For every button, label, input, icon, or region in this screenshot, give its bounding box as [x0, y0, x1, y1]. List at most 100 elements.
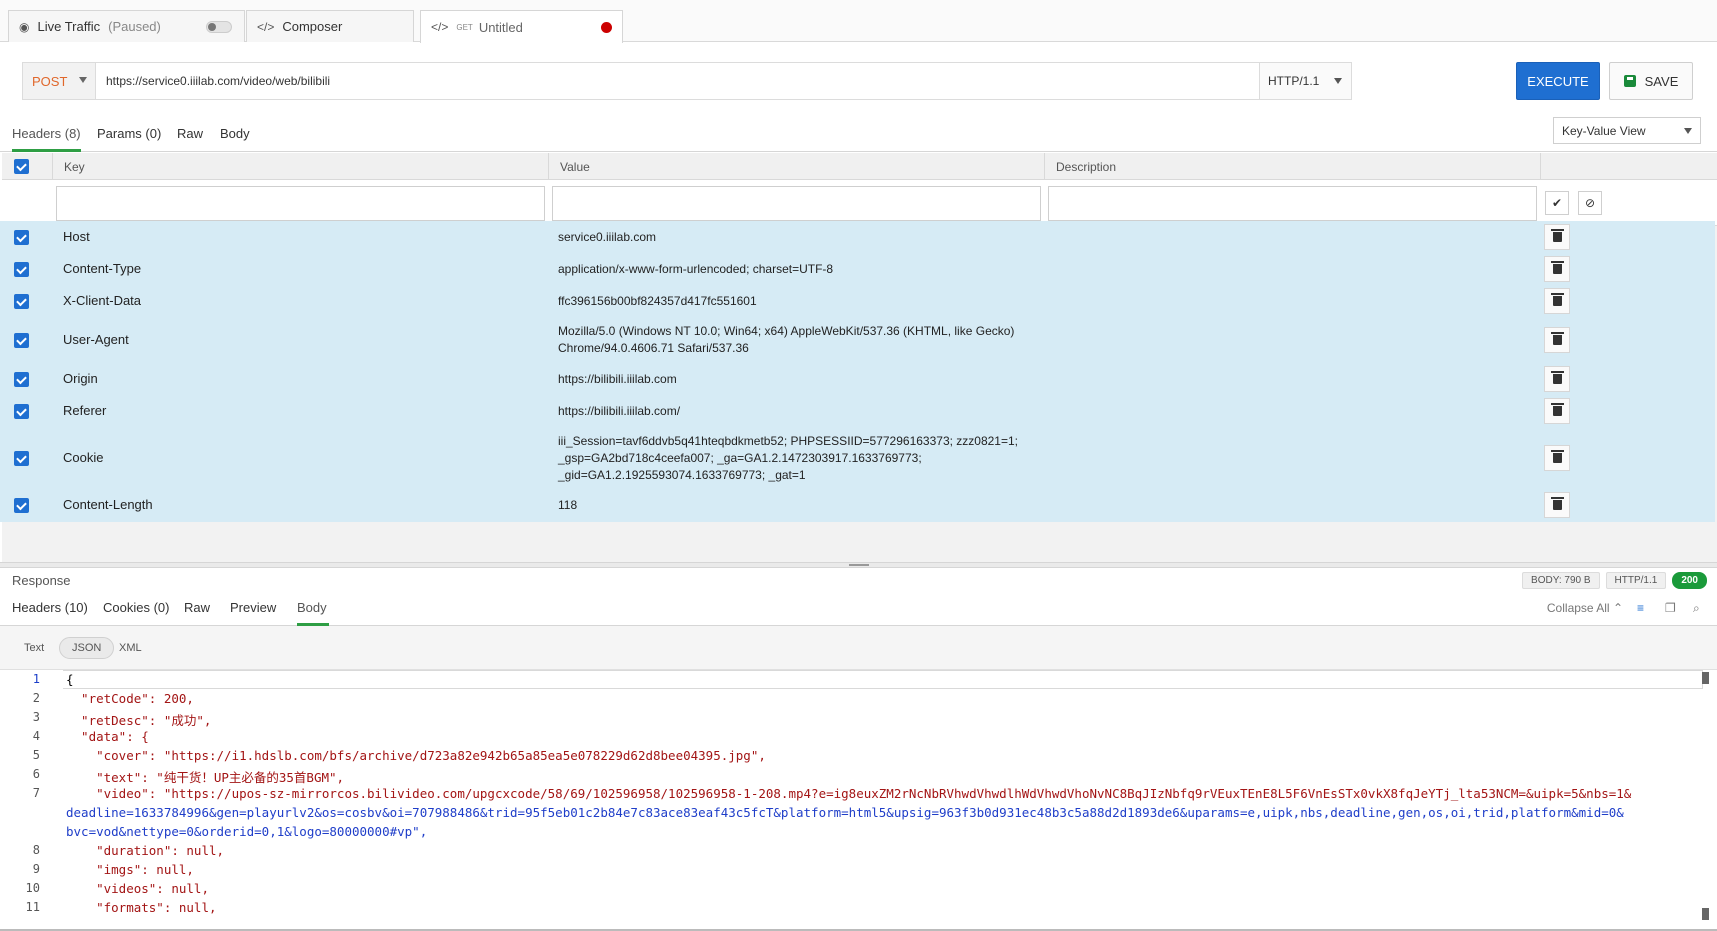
delete-row-button[interactable]: [1544, 224, 1570, 250]
chevron-down-icon: [1684, 128, 1692, 134]
line-number: 6: [32, 767, 40, 781]
header-value: service0.iiilab.com: [558, 230, 657, 244]
protocol-value: HTTP/1.1: [1268, 74, 1320, 88]
row-checkbox[interactable]: [14, 230, 29, 245]
url-input[interactable]: https://service0.iiilab.com/video/web/bi…: [96, 63, 1259, 99]
tab-response-preview[interactable]: Preview: [230, 600, 276, 626]
code-icon: </>: [257, 19, 275, 34]
tab-composer-label: Composer: [282, 19, 343, 34]
code-line: "text": "纯干货！UP主必备的35首BGM",: [66, 770, 345, 785]
tab-live-traffic-status: (Paused): [108, 19, 161, 34]
delete-row-button[interactable]: [1544, 366, 1570, 392]
protocol-select[interactable]: HTTP/1.1: [1259, 63, 1351, 99]
row-checkbox[interactable]: [14, 451, 29, 466]
save-button[interactable]: SAVE: [1609, 62, 1693, 100]
delete-row-button[interactable]: [1544, 398, 1570, 424]
tab-composer[interactable]: </> Composer: [246, 10, 414, 42]
row-checkbox[interactable]: [14, 294, 29, 309]
row-checkbox[interactable]: [14, 333, 29, 348]
table-row[interactable]: Cookie iii_Session=tavf6ddvb5q41hteqbdkm…: [0, 427, 1715, 489]
body-size-badge: BODY: 790 B: [1522, 572, 1600, 589]
header-key: Cookie: [63, 450, 104, 465]
header-key: Host: [63, 229, 90, 244]
table-row[interactable]: X-Client-Data ffc396156b00bf824357d417fc…: [0, 285, 1715, 317]
tab-params[interactable]: Params (0): [97, 126, 161, 152]
pane-splitter[interactable]: [0, 562, 1717, 568]
header-key: X-Client-Data: [63, 293, 142, 308]
header-key: Content-Type: [63, 261, 142, 276]
protocol-badge: HTTP/1.1: [1605, 572, 1667, 589]
delete-row-button[interactable]: [1544, 327, 1570, 353]
header-value: ffc396156b00bf824357d417fc551601: [558, 294, 757, 308]
line-number: 9: [32, 862, 40, 876]
tab-response-cookies[interactable]: Cookies (0): [103, 600, 169, 626]
delete-row-button[interactable]: [1544, 288, 1570, 314]
request-url-bar: POST https://service0.iiilab.com/video/w…: [22, 62, 1352, 100]
format-text[interactable]: Text: [24, 637, 44, 659]
clear-row-button[interactable]: ⊘: [1578, 191, 1602, 215]
response-body-editor[interactable]: 1 2 3 4 5 6 7 8 9 10 11 { "retCode": 200…: [0, 670, 1717, 931]
table-row[interactable]: Referer https://bilibili.iiilab.com/: [0, 395, 1715, 427]
tab-response-raw[interactable]: Raw: [184, 600, 210, 626]
method-value: POST: [32, 73, 68, 89]
code-line: "retDesc": "成功",: [66, 713, 212, 728]
tab-live-traffic[interactable]: ◉ Live Traffic (Paused): [8, 10, 245, 42]
collapse-all-button[interactable]: Collapse All ⌃: [1547, 601, 1623, 615]
code-line: "cover": "https://i1.hdslb.com/bfs/archi…: [66, 748, 766, 763]
view-mode-value: Key-Value View: [1562, 123, 1646, 138]
wrap-lines-icon[interactable]: ≡: [1637, 601, 1651, 615]
trash-icon: [1550, 403, 1564, 416]
chevron-up-icon: ⌃: [1612, 601, 1623, 615]
tab-response-body[interactable]: Body: [297, 600, 329, 626]
search-icon[interactable]: ⌕: [1693, 601, 1707, 615]
row-checkbox[interactable]: [14, 372, 29, 387]
confirm-row-button[interactable]: ✔: [1545, 191, 1569, 215]
code-line: {: [66, 672, 74, 687]
table-row[interactable]: Content-Length 118: [0, 489, 1715, 522]
line-number: 10: [25, 881, 40, 895]
table-row[interactable]: User-Agent Mozilla/5.0 (Windows NT 10.0;…: [0, 317, 1715, 363]
header-key: User-Agent: [63, 332, 129, 347]
tab-headers[interactable]: Headers (8): [12, 126, 81, 152]
method-select[interactable]: POST: [23, 63, 96, 99]
column-description: Description: [1045, 153, 1541, 180]
trash-icon: [1550, 450, 1564, 463]
new-key-input[interactable]: [56, 186, 545, 221]
eye-icon: ◉: [19, 19, 30, 34]
table-row[interactable]: Host service0.iiilab.com: [0, 221, 1715, 253]
status-badge: 200: [1672, 572, 1707, 589]
delete-row-button[interactable]: [1544, 492, 1570, 518]
header-key: Content-Length: [63, 497, 153, 512]
row-checkbox[interactable]: [14, 404, 29, 419]
tab-response-headers[interactable]: Headers (10): [12, 600, 88, 626]
table-row[interactable]: Content-Type application/x-www-form-urle…: [0, 253, 1715, 285]
tab-body[interactable]: Body: [220, 126, 250, 152]
delete-row-button[interactable]: [1544, 445, 1570, 471]
editor-scrollbar[interactable]: [1702, 672, 1710, 920]
view-mode-select[interactable]: Key-Value View: [1553, 117, 1701, 144]
delete-row-button[interactable]: [1544, 256, 1570, 282]
chevron-down-icon: [1334, 78, 1342, 84]
row-checkbox[interactable]: [14, 262, 29, 277]
response-badges: BODY: 790 B HTTP/1.1 200: [1522, 572, 1707, 589]
new-value-input[interactable]: [552, 186, 1041, 221]
tab-untitled[interactable]: </> GET Untitled: [420, 10, 623, 43]
format-xml[interactable]: XML: [119, 637, 142, 659]
chevron-down-icon: [79, 77, 87, 83]
save-label: SAVE: [1644, 73, 1679, 89]
select-all-cell: [2, 153, 53, 180]
pause-toggle[interactable]: [206, 21, 232, 33]
trash-icon: [1550, 261, 1564, 274]
format-bar: Text JSON XML: [0, 626, 1717, 670]
new-description-input[interactable]: [1048, 186, 1537, 221]
code-line: "formats": null,: [66, 900, 217, 915]
tab-raw[interactable]: Raw: [177, 126, 203, 152]
format-json[interactable]: JSON: [59, 637, 115, 659]
copy-icon[interactable]: ❐: [1665, 601, 1679, 615]
table-row[interactable]: Origin https://bilibili.iiilab.com: [0, 363, 1715, 395]
execute-button[interactable]: EXECUTE: [1516, 62, 1600, 100]
select-all-checkbox[interactable]: [14, 159, 29, 174]
headers-table-header: Key Value Description: [2, 153, 1717, 180]
tab-untitled-label: Untitled: [478, 19, 523, 35]
row-checkbox[interactable]: [14, 498, 29, 513]
